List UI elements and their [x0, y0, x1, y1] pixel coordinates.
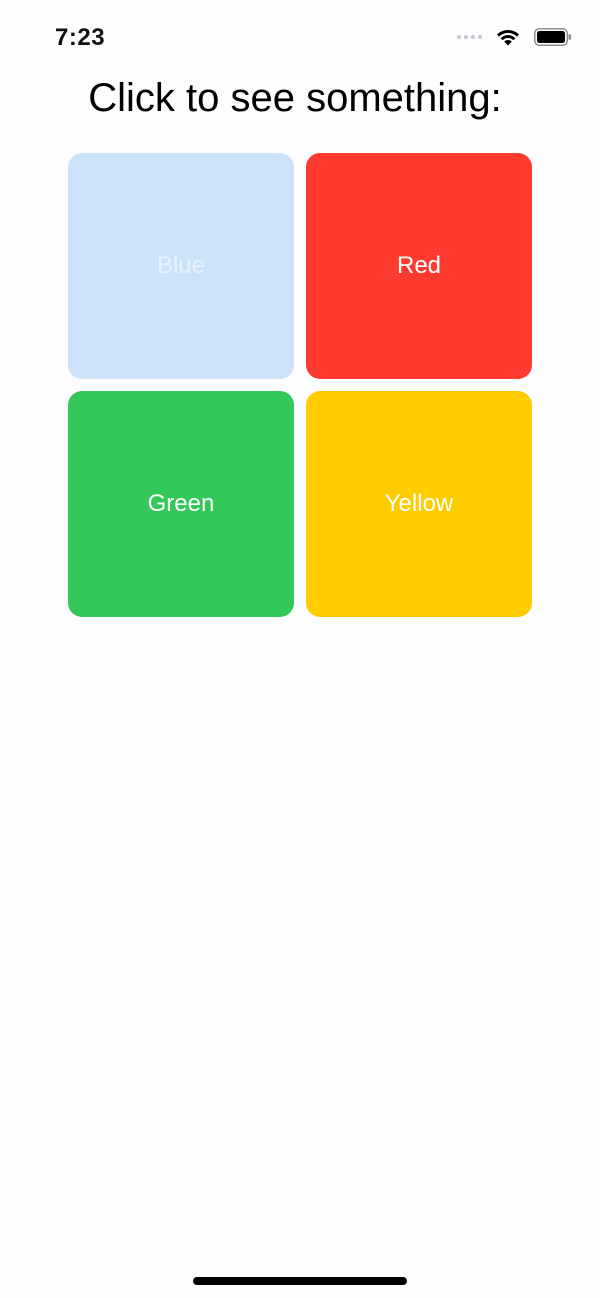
yellow-tile-button[interactable]: Yellow [306, 391, 532, 617]
page-title: Click to see something: [88, 76, 502, 120]
status-time: 7:23 [55, 24, 106, 51]
green-tile-button[interactable]: Green [68, 391, 294, 617]
status-bar: 7:23 [0, 0, 600, 80]
green-tile-label: Green [147, 490, 215, 517]
red-tile-button[interactable]: Red [306, 153, 532, 379]
app-screen: 7:23 Click to see something: Blue Red Gr… [0, 0, 600, 1298]
red-tile-label: Red [396, 252, 442, 279]
battery-icon [534, 28, 571, 46]
cellular-signal-icon [457, 35, 482, 39]
blue-tile-button[interactable]: Blue [68, 153, 294, 379]
wifi-icon [497, 29, 519, 46]
home-indicator[interactable] [193, 1277, 407, 1285]
status-icons [457, 28, 572, 46]
yellow-tile-label: Yellow [384, 490, 454, 517]
blue-tile-label: Blue [156, 252, 206, 279]
